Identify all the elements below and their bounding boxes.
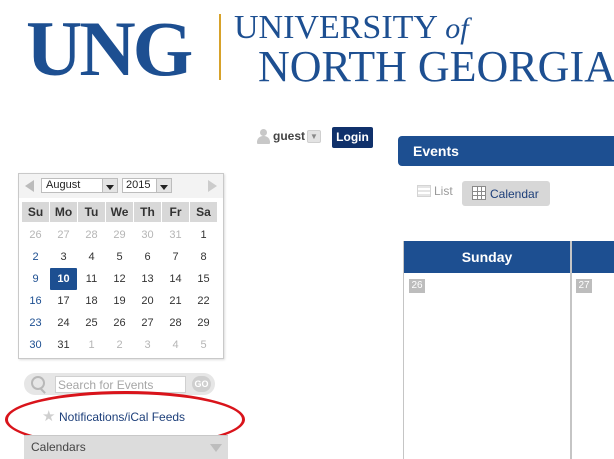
year-select[interactable]: 2015 (122, 178, 172, 193)
next-month-arrow-icon[interactable] (208, 180, 217, 192)
day-cell[interactable]: 29 (190, 312, 217, 334)
day-cell[interactable]: 29 (106, 224, 133, 246)
day-cell[interactable]: 2 (22, 246, 49, 268)
search-icon (31, 376, 45, 390)
list-view-tab[interactable]: List (417, 184, 453, 198)
day-cell[interactable]: 1 (78, 334, 105, 356)
logo-abbreviation: UNG (26, 5, 193, 92)
day-cell[interactable]: 8 (190, 246, 217, 268)
day-cell[interactable]: 25 (78, 312, 105, 334)
weekday-label: Mo (50, 202, 77, 222)
calendar-view-tab[interactable]: Calendar (462, 181, 550, 206)
logo-north-georgia-text: NORTH GEORGIA™ (258, 42, 614, 91)
day-cell[interactable]: 14 (162, 268, 189, 290)
chevron-down-icon (102, 179, 117, 192)
calendar-view-label: Calendar (490, 187, 539, 201)
day-cell[interactable]: 18 (78, 290, 105, 312)
day-cell[interactable]: 4 (78, 246, 105, 268)
column-header-monday (572, 241, 614, 273)
day-cell-today[interactable]: 10 (50, 268, 77, 290)
day-cell[interactable]: 3 (134, 334, 161, 356)
day-cell[interactable]: 12 (106, 268, 133, 290)
ung-logo[interactable]: UNG UNIVERSITY of NORTH GEORGIA™ (26, 5, 614, 92)
month-select[interactable]: August (41, 178, 118, 193)
day-cell[interactable]: 5 (190, 334, 217, 356)
day-cell[interactable]: 9 (22, 268, 49, 290)
prev-month-arrow-icon[interactable] (25, 180, 34, 192)
day-cell[interactable]: 17 (50, 290, 77, 312)
day-cell[interactable]: 27 (50, 224, 77, 246)
calendars-panel-header[interactable]: Calendars (24, 435, 228, 459)
weekday-label: Sa (190, 202, 217, 222)
events-header: Events (398, 136, 614, 166)
day-cell[interactable]: 22 (190, 290, 217, 312)
day-number-sunday[interactable]: 26 (409, 279, 425, 293)
chevron-down-icon (156, 179, 171, 192)
day-cell[interactable]: 27 (134, 312, 161, 334)
weekday-label: Fr (162, 202, 189, 222)
day-cell[interactable]: 13 (134, 268, 161, 290)
day-cell[interactable]: 31 (50, 334, 77, 356)
day-cell[interactable]: 11 (78, 268, 105, 290)
week-row: 2345678 (22, 246, 218, 268)
week-row: 23 24 25 26 27 28 29 (22, 312, 218, 334)
weekday-label: We (106, 202, 133, 222)
user-dropdown-icon[interactable]: ▼ (307, 130, 321, 143)
day-number-monday[interactable]: 27 (576, 279, 592, 293)
day-cell[interactable]: 7 (162, 246, 189, 268)
day-cell[interactable]: 28 (162, 312, 189, 334)
day-cell[interactable]: 3 (50, 246, 77, 268)
day-cell[interactable]: 30 (134, 224, 161, 246)
weekday-label: Th (134, 202, 161, 222)
chevron-down-icon (210, 444, 222, 452)
list-view-label: List (434, 184, 453, 198)
mini-calendar: August 2015 Su Mo Tu We Th Fr Sa 26 27 28 29 30 31 1… (18, 173, 224, 359)
events-title: Events (413, 143, 459, 159)
day-cell[interactable]: 23 (22, 312, 49, 334)
guest-username: guest (273, 129, 306, 143)
day-cell[interactable]: 2 (106, 334, 133, 356)
column-header-sunday: Sunday (404, 241, 570, 273)
day-cell[interactable]: 26 (106, 312, 133, 334)
weekday-label: Tu (78, 202, 105, 222)
day-cell[interactable]: 21 (162, 290, 189, 312)
day-cell[interactable]: 16 (22, 290, 49, 312)
day-cell[interactable]: 15 (190, 268, 217, 290)
day-cell[interactable]: 6 (134, 246, 161, 268)
week-row: 9 10 11 12 13 14 15 (22, 268, 218, 290)
day-cell[interactable]: 20 (134, 290, 161, 312)
weekday-header-row: Su Mo Tu We Th Fr Sa (22, 202, 218, 224)
day-cell[interactable]: 30 (22, 334, 49, 356)
mini-calendar-grid: Su Mo Tu We Th Fr Sa 26 27 28 29 30 31 1 2 3 4 5 6 7 8 9 10 11… (22, 202, 218, 356)
column-divider (570, 241, 572, 459)
calendars-label: Calendars (31, 440, 86, 454)
calendar-grid-icon (472, 186, 486, 200)
day-cell[interactable]: 24 (50, 312, 77, 334)
login-button[interactable]: Login (332, 127, 373, 148)
day-cell[interactable]: 1 (190, 224, 217, 246)
day-cell[interactable]: 5 (106, 246, 133, 268)
weekday-label: Su (22, 202, 49, 222)
week-row: 16 17 18 19 20 21 22 (22, 290, 218, 312)
month-calendar: Sunday 26 27 (403, 241, 614, 459)
day-cell[interactable]: 31 (162, 224, 189, 246)
week-row: 30 31 1 2 3 4 5 (22, 334, 218, 356)
day-cell[interactable]: 28 (78, 224, 105, 246)
list-icon (417, 185, 431, 197)
user-icon (256, 129, 270, 145)
day-cell[interactable]: 26 (22, 224, 49, 246)
day-cell[interactable]: 4 (162, 334, 189, 356)
mini-calendar-header: August 2015 (19, 174, 223, 198)
week-row: 26 27 28 29 30 31 1 (22, 224, 218, 246)
search-go-button[interactable]: GO (192, 376, 211, 392)
day-cell[interactable]: 19 (106, 290, 133, 312)
logo-divider (219, 14, 221, 80)
